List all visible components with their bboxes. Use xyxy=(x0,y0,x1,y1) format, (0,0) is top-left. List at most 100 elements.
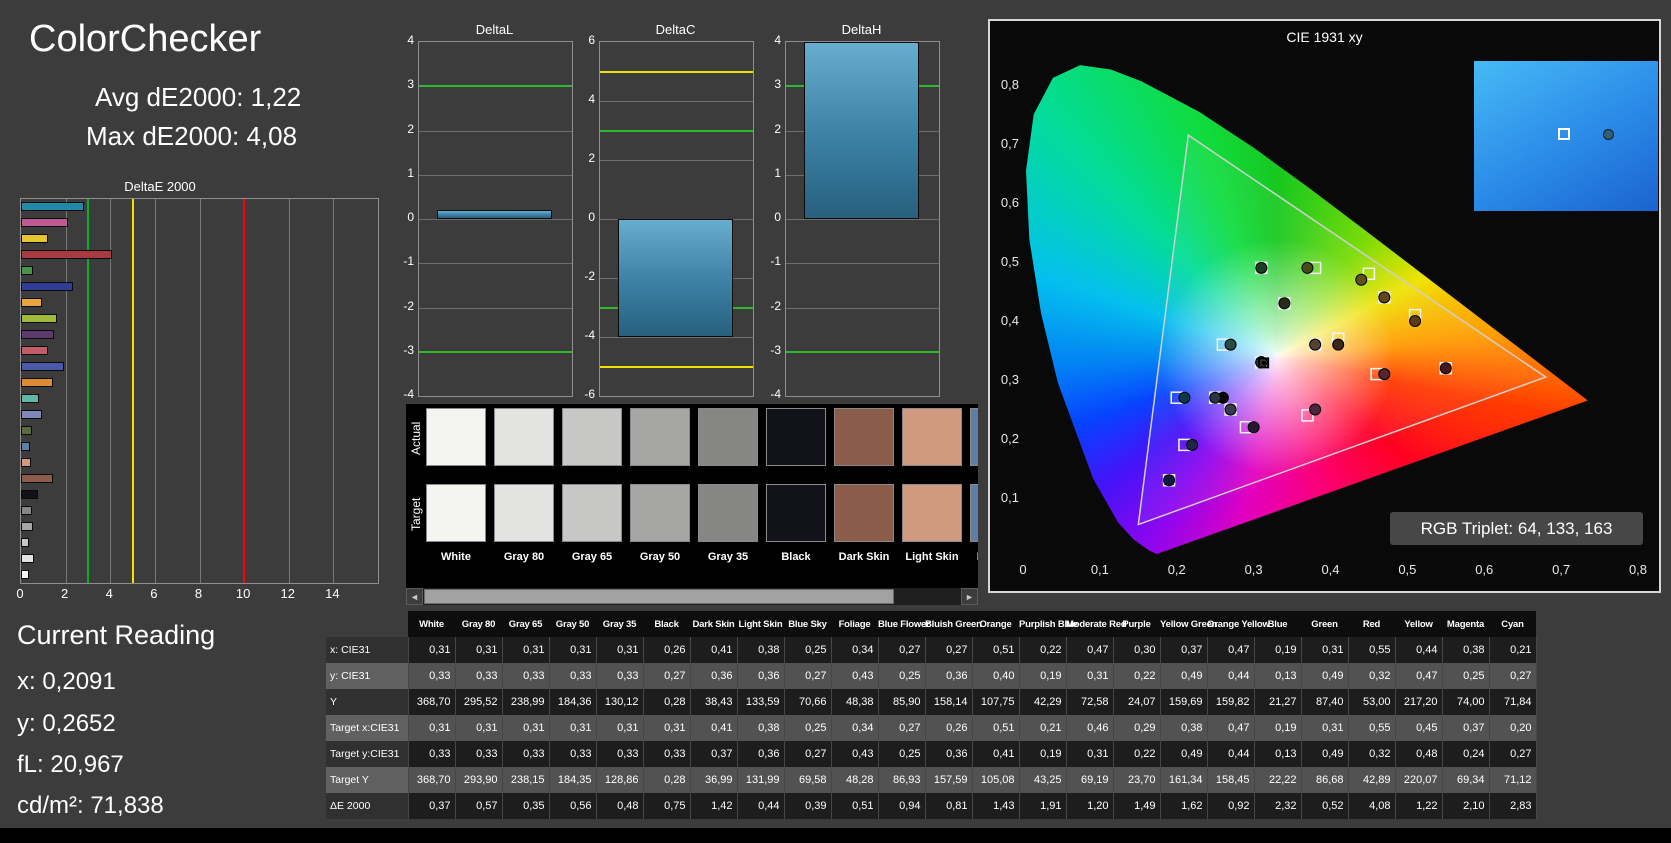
table-cell: 0,41 xyxy=(972,741,1020,767)
patch-label: Gray 65 xyxy=(571,551,613,563)
patch-actual-gray-35[interactable] xyxy=(698,408,758,466)
measured-marker-dark-skin xyxy=(1332,338,1345,351)
table-cell: 158,45 xyxy=(1207,767,1255,793)
table-row-y:-cie31: y: CIE31 0,33 0,33 0,33 0,33 0,33 0,27 0,36 0,36… xyxy=(326,663,1537,689)
patch-target-white[interactable] xyxy=(426,484,486,542)
table-header-cyan: Cyan xyxy=(1489,611,1536,637)
y-axis-tick: -1 xyxy=(770,254,781,269)
table-cell: 0,31 xyxy=(408,637,456,663)
measured-marker-red xyxy=(1439,362,1452,375)
deltae-bar-magenta xyxy=(21,218,68,227)
table-cell: 21,27 xyxy=(1254,689,1302,715)
table-cell: 0,75 xyxy=(643,793,691,819)
patch-target-dark-skin[interactable] xyxy=(834,484,894,542)
table-cell: 53,00 xyxy=(1348,689,1396,715)
patch-actual-gray-65[interactable] xyxy=(562,408,622,466)
table-cell: 0,31 xyxy=(596,637,644,663)
table-cell: 0,94 xyxy=(878,793,926,819)
cie-x-tick: 0 xyxy=(1019,562,1026,577)
table-cell: 0,44 xyxy=(1207,663,1255,689)
table-cell: 0,36 xyxy=(925,741,973,767)
y-axis-tick: -3 xyxy=(770,342,781,357)
cie-x-tick: 0,8 xyxy=(1629,562,1647,577)
patch-actual-light-skin[interactable] xyxy=(902,408,962,466)
table-cell: 0,25 xyxy=(878,663,926,689)
table-cell: 85,90 xyxy=(878,689,926,715)
table-cell: 0,43 xyxy=(831,741,879,767)
patch-target-gray-80[interactable] xyxy=(494,484,554,542)
table-cell: 71,12 xyxy=(1489,767,1537,793)
table-cell: 0,36 xyxy=(737,741,785,767)
table-cell: 0,31 xyxy=(502,715,550,741)
patch-target-light-skin[interactable] xyxy=(902,484,962,542)
table-cell: 1,49 xyxy=(1113,793,1161,819)
table-cell: 0,22 xyxy=(1113,663,1161,689)
x-axis-tick: 10 xyxy=(235,586,251,601)
patch-actual-dark-skin[interactable] xyxy=(834,408,894,466)
patch-actual-gray-80[interactable] xyxy=(494,408,554,466)
table-cell: 1,22 xyxy=(1395,793,1443,819)
table-cell: 0,38 xyxy=(1160,715,1208,741)
table-cell: 0,19 xyxy=(1254,715,1302,741)
table-cell: 0,47 xyxy=(1395,663,1443,689)
patch-actual-gray-50[interactable] xyxy=(630,408,690,466)
patch-label: Gray 50 xyxy=(639,551,681,563)
deltae-bar-moderate-red xyxy=(21,346,48,355)
table-cell: 0,29 xyxy=(1113,715,1161,741)
table-row-target-y: Target Y 368,70 293,90 238,15 184,35 128,86 0,… xyxy=(326,767,1537,793)
y-axis-tick: -2 xyxy=(584,269,595,283)
patch-target-gray-65[interactable] xyxy=(562,484,622,542)
cie-x-tick: 0,6 xyxy=(1475,562,1493,577)
threshold-line xyxy=(600,129,753,132)
y-axis-tick: -2 xyxy=(403,298,414,313)
table-cell: 2,10 xyxy=(1442,793,1490,819)
table-cell: 0,31 xyxy=(549,637,597,663)
table-cell: 0,25 xyxy=(1442,663,1490,689)
table-header-moderate-red: Moderate Red xyxy=(1066,611,1127,637)
table-cell: 0,25 xyxy=(784,637,832,663)
measured-marker-magenta xyxy=(1309,403,1322,416)
results-table: White Gray 80 Gray 65 Gray 50 Gray 35 Black Da… xyxy=(326,611,1537,819)
table-cell: 71,84 xyxy=(1489,689,1537,715)
table-header-black: Black xyxy=(643,611,690,637)
patch-target-gray-50[interactable] xyxy=(630,484,690,542)
y-axis-tick: -4 xyxy=(584,328,595,342)
table-cell: 0,33 xyxy=(455,663,503,689)
table-cell: 0,37 xyxy=(408,793,456,819)
current-reading-title: Current Reading xyxy=(17,620,216,650)
patch-target-blue-sky[interactable] xyxy=(970,484,978,542)
table-cell: 0,33 xyxy=(455,741,503,767)
table-cell: 0,37 xyxy=(1160,637,1208,663)
x-axis-tick: 14 xyxy=(325,586,340,601)
patch-actual-white[interactable] xyxy=(426,408,486,466)
table-cell: 0,34 xyxy=(831,637,879,663)
table-cell: 0,32 xyxy=(1348,741,1396,767)
threshold-line xyxy=(419,85,572,88)
patch-target-black[interactable] xyxy=(766,484,826,542)
table-cell: 87,40 xyxy=(1301,689,1349,715)
delta-bar xyxy=(804,42,919,219)
patch-actual-black[interactable] xyxy=(766,408,826,466)
patch-label: Blue Sky xyxy=(970,551,978,563)
table-cell: 24,07 xyxy=(1113,689,1161,715)
threshold-line xyxy=(600,365,753,368)
scroll-left-button[interactable]: ◄ xyxy=(406,588,423,605)
table-cell: 0,13 xyxy=(1254,741,1302,767)
patch-scrollbar[interactable]: ◄ ► xyxy=(406,588,978,605)
reading-y: y: 0,2652 xyxy=(17,710,116,737)
patch-actual-blue-sky[interactable] xyxy=(970,408,978,466)
deltae-chart xyxy=(20,198,379,584)
table-cell: 0,31 xyxy=(408,715,456,741)
x-axis-tick: 4 xyxy=(105,586,113,601)
table-cell: 0,31 xyxy=(502,637,550,663)
patch-target-gray-35[interactable] xyxy=(698,484,758,542)
row-label: Target Y xyxy=(326,767,409,793)
y-axis-tick: 0 xyxy=(774,210,781,224)
y-axis-tick: 0 xyxy=(588,210,595,224)
table-cell: 0,37 xyxy=(690,741,738,767)
table-cell: 159,69 xyxy=(1160,689,1208,715)
table-cell: 0,25 xyxy=(784,715,832,741)
scroll-right-button[interactable]: ► xyxy=(961,588,978,605)
scrollbar-thumb[interactable] xyxy=(424,589,894,604)
measured-marker-moderate-red xyxy=(1378,368,1391,381)
